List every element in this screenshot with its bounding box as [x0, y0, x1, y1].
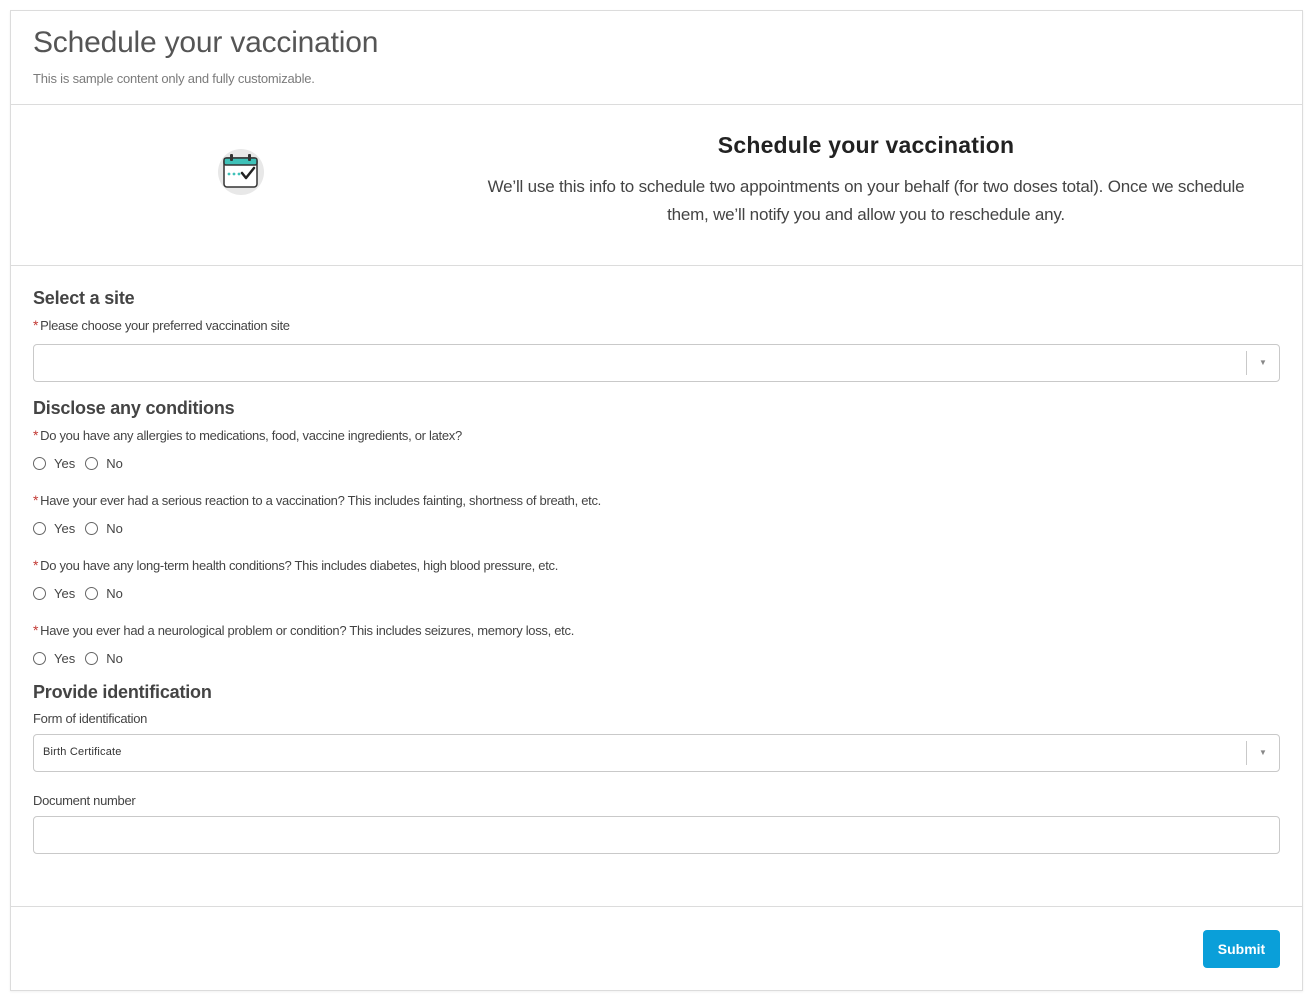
radio-button[interactable] [85, 521, 99, 535]
radio-option-yes[interactable]: Yes [33, 521, 75, 536]
radio-button[interactable] [33, 651, 46, 665]
required-asterisk: * [33, 622, 39, 638]
required-asterisk: * [33, 317, 39, 333]
question-reaction: * Have your ever had a serious reaction t… [33, 491, 1280, 536]
id-type-select[interactable]: Birth Certificate ▼ [33, 734, 1280, 772]
question-neurological: * Have you ever had a neurological proble… [33, 621, 1280, 666]
intro-description: We’ll use this info to schedule two appo… [487, 177, 1245, 224]
question-label: * Do you have any allergies to medication… [33, 427, 462, 443]
radio-option-no[interactable]: No [85, 586, 123, 601]
radio-button[interactable] [85, 586, 99, 600]
radio-button[interactable] [33, 521, 46, 535]
section-title-site: Select a site [33, 288, 135, 308]
submit-button[interactable]: Submit [1203, 930, 1280, 968]
radio-option-yes[interactable]: Yes [33, 651, 75, 666]
question-allergies: * Do you have any allergies to medication… [33, 426, 1280, 471]
intro-title: Schedule your vaccination [717, 132, 1015, 158]
site-select[interactable]: ▼ [33, 344, 1280, 382]
radio-option-no[interactable]: No [85, 651, 123, 666]
radio-button[interactable] [85, 456, 99, 470]
radio-option-yes[interactable]: Yes [33, 456, 75, 471]
page-title: Schedule your vaccination [33, 26, 379, 59]
required-asterisk: * [33, 492, 39, 508]
vaccination-form-card: Schedule your vaccination This is sample… [10, 10, 1303, 991]
required-asterisk: * [33, 557, 39, 573]
chevron-down-icon[interactable]: ▼ [1246, 351, 1279, 375]
intro-section: Schedule your vaccination We’ll use this… [11, 105, 1302, 266]
card-footer: Submit [11, 907, 1302, 991]
question-label: * Have you ever had a neurological proble… [33, 622, 575, 638]
calendar-check-icon [217, 148, 265, 196]
radio-button[interactable] [33, 586, 46, 600]
radio-group: Yes No [33, 455, 1280, 471]
section-title-identification: Provide identification [33, 682, 212, 702]
chevron-down-icon[interactable]: ▼ [1246, 741, 1279, 765]
intro-text: Schedule your vaccination We’ll use this… [466, 132, 1266, 229]
form-of-id-label: Form of identification [33, 711, 148, 726]
form-body: Select a site * Please choose your prefer… [11, 266, 1302, 907]
radio-button[interactable] [33, 456, 46, 470]
question-label: * Do you have any long-term health condit… [33, 557, 559, 573]
document-number-input[interactable] [33, 816, 1280, 854]
radio-option-no[interactable]: No [85, 521, 123, 536]
radio-group: Yes No [33, 520, 1280, 536]
site-field-label: * Please choose your preferred vaccinatio… [33, 317, 290, 333]
question-label: * Have your ever had a serious reaction t… [33, 492, 601, 508]
radio-option-yes[interactable]: Yes [33, 586, 75, 601]
radio-option-no[interactable]: No [85, 456, 123, 471]
page-subtitle: This is sample content only and fully cu… [33, 71, 315, 86]
radio-group: Yes No [33, 650, 1280, 666]
document-number-label: Document number [33, 793, 136, 808]
question-long-term: * Do you have any long-term health condit… [33, 556, 1280, 601]
required-asterisk: * [33, 427, 39, 443]
radio-group: Yes No [33, 585, 1280, 601]
card-header: Schedule your vaccination This is sample… [11, 11, 1302, 105]
radio-button[interactable] [85, 651, 99, 665]
id-type-select-value: Birth Certificate [43, 746, 122, 758]
section-title-conditions: Disclose any conditions [33, 398, 235, 418]
